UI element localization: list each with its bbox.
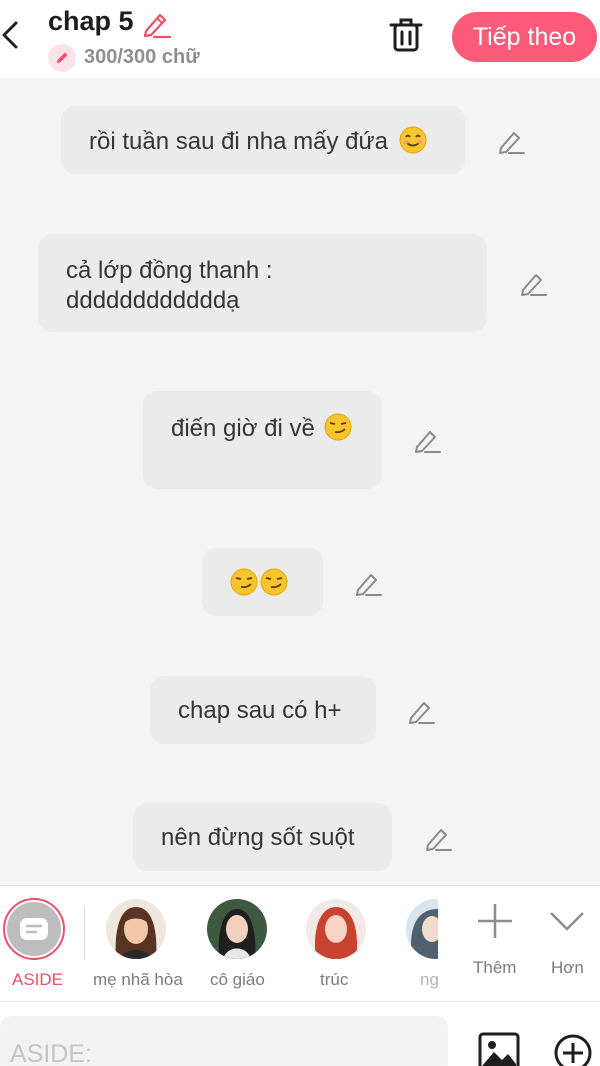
trash-icon[interactable] xyxy=(388,16,424,54)
edit-message-icon[interactable] xyxy=(412,425,442,455)
character-avatar[interactable] xyxy=(306,899,366,959)
smirking-face-emoji-icon xyxy=(324,413,351,441)
message-text: chap sau có h+ xyxy=(178,697,342,724)
edit-message-icon[interactable] xyxy=(423,823,453,853)
edit-message-icon[interactable] xyxy=(353,568,383,598)
smirking-face-emoji-icon xyxy=(230,568,258,596)
edit-title-icon[interactable] xyxy=(140,9,172,39)
message-text: ddddddddddddạ xyxy=(66,287,240,314)
back-arrow-icon[interactable] xyxy=(0,18,24,52)
character-label: ng xyxy=(420,970,439,989)
character-label: trúc xyxy=(320,970,349,989)
plus-icon[interactable] xyxy=(475,901,515,941)
message-text: nên đừng sốt suột xyxy=(161,824,355,851)
more-characters-label[interactable]: Hơn xyxy=(551,958,584,978)
character-avatar[interactable] xyxy=(106,899,166,959)
speech-bubble-icon xyxy=(20,918,48,940)
composer: ASIDE: xyxy=(0,1001,600,1066)
character-count: 300/300 chữ xyxy=(84,46,200,68)
message-bubble[interactable]: cả lớp đồng thanh : ddddddddddddạ xyxy=(38,234,487,332)
divider xyxy=(84,908,85,960)
next-button[interactable]: Tiếp theo xyxy=(452,12,597,62)
message-bubble[interactable] xyxy=(202,548,323,616)
character-picker: ASIDE mẹ nhã hòa cô giáo trúc ng Thêm Hơ… xyxy=(0,885,600,1001)
edit-message-icon[interactable] xyxy=(518,268,548,298)
character-label: cô giáo xyxy=(210,970,265,989)
message-text: cả lớp đồng thanh : xyxy=(66,257,273,284)
edit-message-icon[interactable] xyxy=(406,696,436,726)
character-label: ASIDE xyxy=(12,970,64,989)
add-character-label[interactable]: Thêm xyxy=(473,958,516,978)
smirking-face-emoji-icon xyxy=(260,568,288,596)
top-bar: chap 5 300/300 chữ Tiếp theo xyxy=(0,0,600,78)
smiling-face-emoji-icon xyxy=(399,126,427,154)
message-bubble[interactable]: rồi tuần sau đi nha mấy đứa xyxy=(61,106,465,174)
message-text: điến giờ đi về xyxy=(171,415,315,442)
pencil-badge-icon xyxy=(48,44,76,72)
character-label: mẹ nhã hòa xyxy=(93,970,183,989)
message-bubble[interactable]: chap sau có h+ xyxy=(150,676,376,744)
message-input[interactable]: ASIDE: xyxy=(0,1016,448,1066)
edit-message-icon[interactable] xyxy=(496,126,526,156)
message-bubble[interactable]: điến giờ đi về xyxy=(143,391,382,489)
chapter-title[interactable]: chap 5 xyxy=(48,6,134,37)
chevron-down-icon[interactable] xyxy=(547,901,587,941)
character-avatar[interactable] xyxy=(406,899,438,959)
message-text: rồi tuần sau đi nha mấy đứa xyxy=(89,128,388,155)
aside-character-button[interactable] xyxy=(3,898,65,960)
message-bubble[interactable]: nên đừng sốt suột xyxy=(133,803,392,871)
character-avatar[interactable] xyxy=(207,899,267,959)
add-circle-icon[interactable] xyxy=(554,1034,592,1066)
image-icon[interactable] xyxy=(478,1032,520,1066)
